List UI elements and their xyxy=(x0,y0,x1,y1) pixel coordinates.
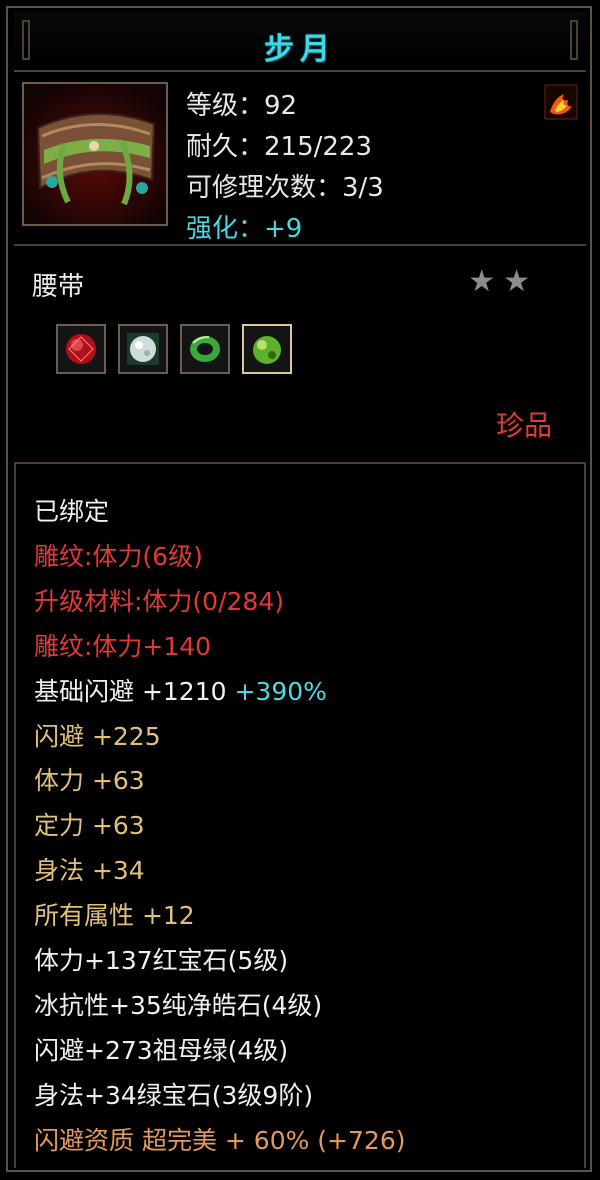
item-name-section: 腰带 ★★ 珍品 xyxy=(14,248,586,454)
all-attributes: 所有属性 +12 xyxy=(34,901,195,931)
gem-slots xyxy=(56,324,292,374)
belt-icon xyxy=(22,82,168,226)
gem-bonus-diamond: 冰抗性+35纯净皓石(4级) xyxy=(34,990,323,1020)
green-ring-gem-icon[interactable] xyxy=(180,324,230,374)
flame-icon xyxy=(544,84,578,120)
dodge-aptitude: 闪避资质 超完美 + 60% (+726) xyxy=(34,1125,406,1155)
stamina-attribute: 体力 +63 xyxy=(34,766,145,796)
base-dodge-bonus: +390% xyxy=(234,676,327,706)
title-corner-ornament xyxy=(570,20,578,60)
enhancement-stat: 强化：+9 xyxy=(186,214,303,244)
upgrade-material: 升级材料:体力(0/284) xyxy=(34,586,284,616)
red-gem-icon[interactable] xyxy=(56,324,106,374)
item-title: 步月 xyxy=(264,32,336,67)
white-gem-icon[interactable] xyxy=(118,324,168,374)
gem-bonus-green: 身法+34绿宝石(3级9阶) xyxy=(34,1080,314,1110)
item-header: 等级：92 耐久：215/223 可修理次数：3/3 强化：+9 xyxy=(14,74,586,246)
level-stat: 等级：92 xyxy=(186,91,298,121)
dodge-attribute: 闪避 +225 xyxy=(34,721,161,751)
attribute-list: 已绑定 雕纹:体力(6级) 升级材料:体力(0/284) 雕纹:体力+140 基… xyxy=(34,490,405,1164)
focus-attribute: 定力 +63 xyxy=(34,811,145,841)
carving-bonus: 雕纹:体力+140 xyxy=(34,631,212,661)
carving-attribute: 雕纹:体力(6级) xyxy=(34,541,203,571)
green-gem-icon[interactable] xyxy=(242,324,292,374)
base-dodge-attribute: 基础闪避 +1210 +390% xyxy=(34,670,405,715)
durability-stat: 耐久：215/223 xyxy=(186,132,373,162)
gem-bonus-emerald: 闪避+273祖母绿(4级) xyxy=(34,1035,289,1065)
agility-attribute: 身法 +34 xyxy=(34,856,145,886)
item-stats: 等级：92 耐久：215/223 可修理次数：3/3 强化：+9 xyxy=(186,86,384,250)
gem-bonus-ruby: 体力+137红宝石(5级) xyxy=(34,946,289,976)
bound-status: 已绑定 xyxy=(34,497,110,526)
star-rating: ★★ xyxy=(468,264,538,299)
base-dodge-value: 基础闪避 +1210 xyxy=(34,676,227,706)
rarity-label: 珍品 xyxy=(495,409,552,442)
item-type-name: 腰带 xyxy=(32,272,85,302)
title-bar: 步月 xyxy=(14,12,586,72)
attributes-panel: 已绑定 雕纹:体力(6级) 升级材料:体力(0/284) 雕纹:体力+140 基… xyxy=(14,462,586,1168)
repair-count-stat: 可修理次数：3/3 xyxy=(186,173,384,203)
